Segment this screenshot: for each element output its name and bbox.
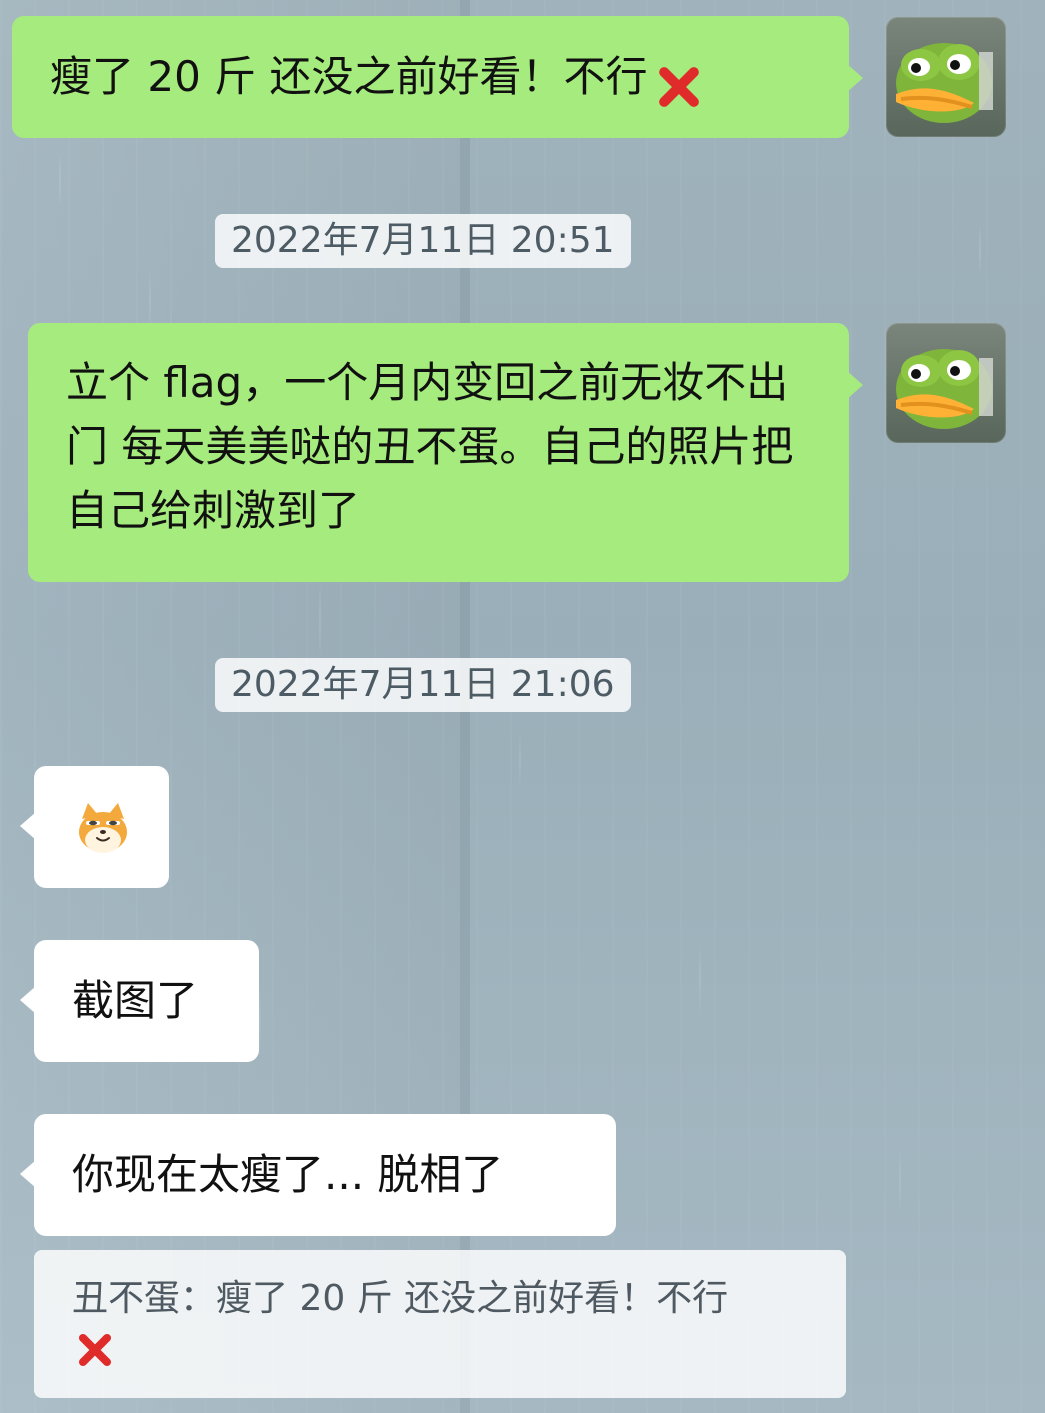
sent-message-bubble[interactable]: 瘦了 20 斤 还没之前好看！不行 xyxy=(12,16,863,138)
message-text: 截图了 xyxy=(72,976,199,1025)
frog-avatar[interactable] xyxy=(886,17,1006,137)
red-cross-icon xyxy=(650,59,706,115)
sent-message-bubble[interactable]: 立个 flag，一个月内变回之前无妆不出门 每天美美哒的丑不蛋。自己的照片把自己… xyxy=(28,323,863,582)
message-timestamp: 2022年7月11日 20:51 xyxy=(215,214,631,268)
message-timestamp: 2022年7月11日 21:06 xyxy=(215,658,631,712)
red-cross-icon xyxy=(72,1327,118,1373)
received-message-bubble[interactable]: 你现在太瘦了... 脱相了 xyxy=(20,1114,616,1236)
frog-icon xyxy=(896,43,993,123)
received-message-bubble[interactable]: 截图了 xyxy=(20,940,259,1062)
message-text: 你现在太瘦了... 脱相了 xyxy=(72,1150,504,1199)
quoted-message-text: 丑不蛋：瘦了 20 斤 还没之前好看！不行 xyxy=(72,1274,832,1374)
quote-content: 丑不蛋：瘦了 20 斤 还没之前好看！不行 xyxy=(72,1278,729,1319)
message-text: 瘦了 20 斤 还没之前好看！不行 xyxy=(50,52,648,101)
message-text: 立个 flag，一个月内变回之前无妆不出门 每天美美哒的丑不蛋。自己的照片把自己… xyxy=(66,358,794,535)
cat-icon xyxy=(79,803,127,853)
frog-avatar[interactable] xyxy=(886,323,1006,443)
quoted-message[interactable]: 丑不蛋：瘦了 20 斤 还没之前好看！不行 xyxy=(34,1250,846,1398)
frog-icon xyxy=(896,349,993,429)
cat-emoji-icon xyxy=(72,797,134,859)
